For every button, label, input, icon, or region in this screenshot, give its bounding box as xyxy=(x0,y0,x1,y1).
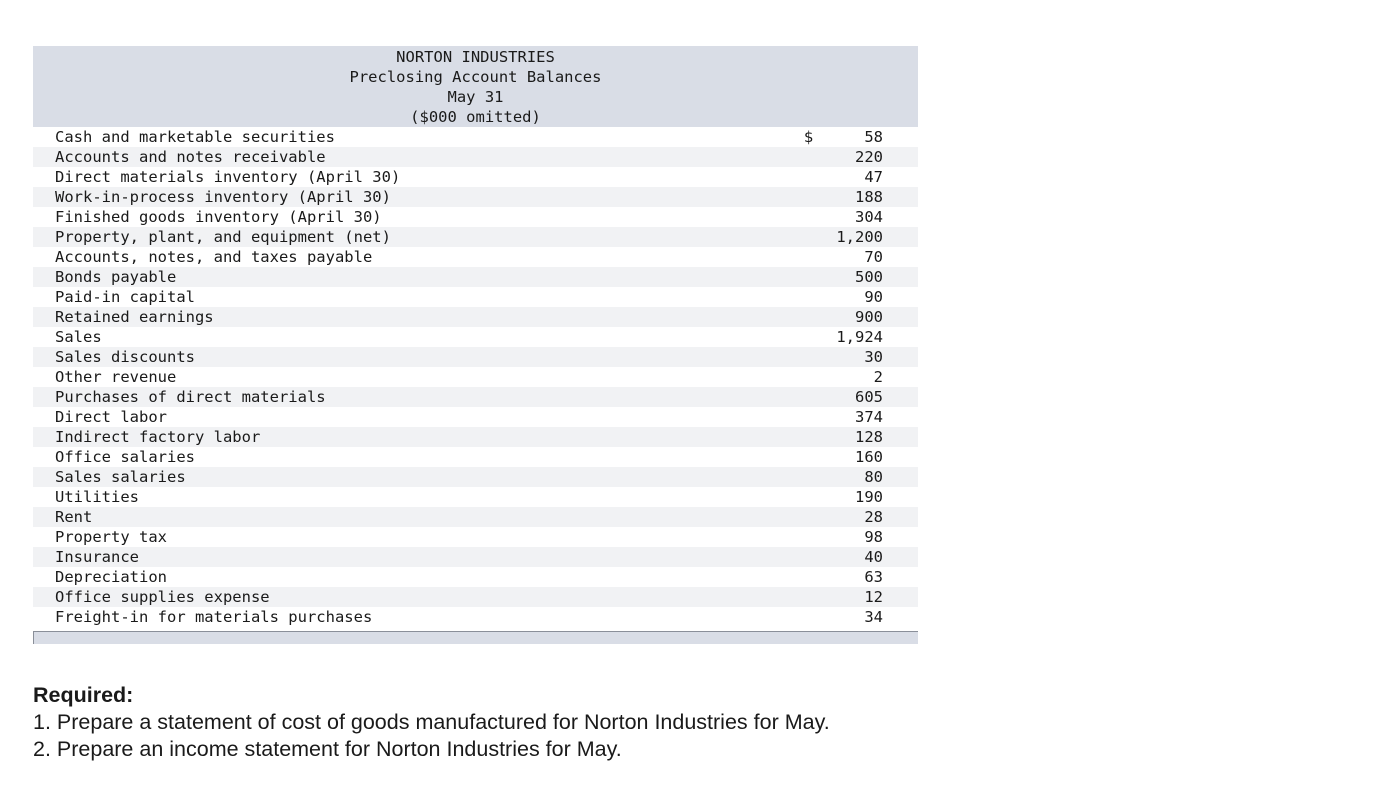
required-item-2: 2. Prepare an income statement for Norto… xyxy=(33,737,622,761)
table-row: Accounts and notes receivable 220 xyxy=(33,147,918,167)
table-row: Office salaries 160 xyxy=(33,447,918,467)
account-value: 28 xyxy=(864,508,883,526)
account-value: 47 xyxy=(864,168,883,186)
account-label: Finished goods inventory (April 30) xyxy=(55,208,382,226)
table-row: Sales discounts 30 xyxy=(33,347,918,367)
account-value: 160 xyxy=(855,448,883,466)
account-value: 40 xyxy=(864,548,883,566)
table-row: Cash and marketable securities $58 xyxy=(33,127,918,147)
account-label: Property, plant, and equipment (net) xyxy=(55,228,391,246)
account-value: 190 xyxy=(855,488,883,506)
required-item-1: 1. Prepare a statement of cost of goods … xyxy=(33,710,830,734)
account-label: Property tax xyxy=(55,528,167,546)
table-row: Direct labor 374 xyxy=(33,407,918,427)
account-label: Accounts, notes, and taxes payable xyxy=(55,248,373,266)
account-label: Accounts and notes receivable xyxy=(55,148,326,166)
table-row: Rent 28 xyxy=(33,507,918,527)
table-title: Preclosing Account Balances xyxy=(349,68,602,86)
account-label: Freight-in for materials purchases xyxy=(55,608,373,626)
account-value: 90 xyxy=(864,288,883,306)
table-row: Utilities 190 xyxy=(33,487,918,507)
table-row: Direct materials inventory (April 30) 47 xyxy=(33,167,918,187)
table-footer xyxy=(33,631,918,644)
account-label: Purchases of direct materials xyxy=(55,388,326,406)
account-label: Rent xyxy=(55,508,93,526)
account-value: 1,924 xyxy=(836,328,883,346)
account-label: Paid-in capital xyxy=(55,288,195,306)
account-label: Depreciation xyxy=(55,568,167,586)
table-row: Office supplies expense 12 xyxy=(33,587,918,607)
table-row: Property, plant, and equipment (net) 1,20… xyxy=(33,227,918,247)
account-value: 2 xyxy=(873,368,883,386)
account-label: Office supplies expense xyxy=(55,588,270,606)
table-row: Bonds payable 500 xyxy=(33,267,918,287)
table-row: Sales salaries 80 xyxy=(33,467,918,487)
account-label: Direct materials inventory (April 30) xyxy=(55,168,401,186)
account-label: Bonds payable xyxy=(55,268,177,286)
table-note: ($000 omitted) xyxy=(410,108,541,126)
account-value: 70 xyxy=(864,248,883,266)
account-value: 63 xyxy=(864,568,883,586)
currency-symbol: $ xyxy=(804,128,814,146)
table-row: Accounts, notes, and taxes payable 70 xyxy=(33,247,918,267)
account-value: 98 xyxy=(864,528,883,546)
account-value: 500 xyxy=(855,268,883,286)
account-label: Other revenue xyxy=(55,368,177,386)
table-row: Insurance 40 xyxy=(33,547,918,567)
account-label: Sales xyxy=(55,328,102,346)
company-name: NORTON INDUSTRIES xyxy=(396,48,555,66)
account-label: Sales salaries xyxy=(55,468,186,486)
account-value: 188 xyxy=(855,188,883,206)
account-label: Cash and marketable securities xyxy=(55,128,335,146)
account-label: Retained earnings xyxy=(55,308,214,326)
table-row: Paid-in capital 90 xyxy=(33,287,918,307)
table-header: NORTON INDUSTRIES Preclosing Account Bal… xyxy=(33,46,918,127)
account-label: Work-in-process inventory (April 30) xyxy=(55,188,391,206)
required-section: Required: 1. Prepare a statement of cost… xyxy=(33,682,830,763)
account-balances-table: NORTON INDUSTRIES Preclosing Account Bal… xyxy=(33,46,918,644)
table-row: Indirect factory labor 128 xyxy=(33,427,918,447)
account-label: Direct labor xyxy=(55,408,167,426)
account-value: 80 xyxy=(864,468,883,486)
account-value: 1,200 xyxy=(836,228,883,246)
account-value: 374 xyxy=(855,408,883,426)
account-value: 304 xyxy=(855,208,883,226)
account-label: Sales discounts xyxy=(55,348,195,366)
account-value: 128 xyxy=(855,428,883,446)
account-value: 605 xyxy=(855,388,883,406)
table-row: Other revenue 2 xyxy=(33,367,918,387)
account-value: 220 xyxy=(855,148,883,166)
account-value: 900 xyxy=(855,308,883,326)
required-title: Required: xyxy=(33,683,134,707)
account-label: Insurance xyxy=(55,548,139,566)
table-row: Freight-in for materials purchases 34 xyxy=(33,607,918,627)
account-value: 30 xyxy=(864,348,883,366)
table-body: Cash and marketable securities $58 Account… xyxy=(33,127,918,627)
table-row: Retained earnings 900 xyxy=(33,307,918,327)
table-row: Purchases of direct materials 605 xyxy=(33,387,918,407)
table-row: Property tax 98 xyxy=(33,527,918,547)
account-label: Indirect factory labor xyxy=(55,428,261,446)
account-label: Utilities xyxy=(55,488,139,506)
account-value: 58 xyxy=(864,128,883,146)
table-row: Depreciation 63 xyxy=(33,567,918,587)
table-row: Work-in-process inventory (April 30) 188 xyxy=(33,187,918,207)
table-row: Sales 1,924 xyxy=(33,327,918,347)
table-row: Finished goods inventory (April 30) 304 xyxy=(33,207,918,227)
table-date: May 31 xyxy=(447,88,504,106)
account-value: 34 xyxy=(864,608,883,626)
account-value: 12 xyxy=(864,588,883,606)
account-label: Office salaries xyxy=(55,448,195,466)
